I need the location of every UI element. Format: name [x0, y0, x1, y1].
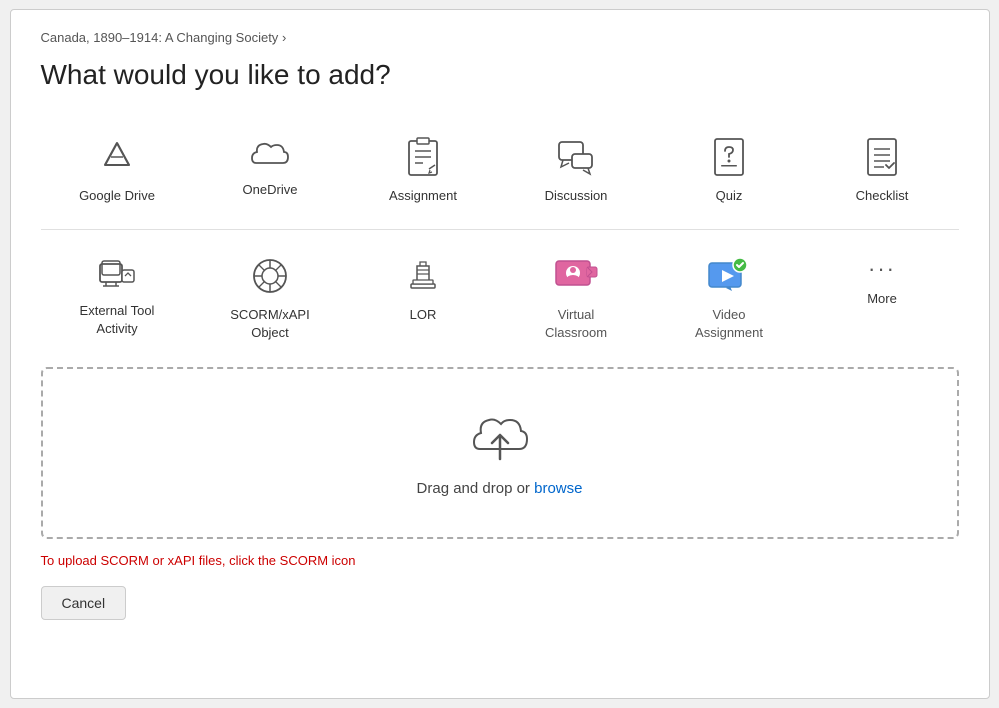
video-assignment-button[interactable]: VideoAssignment — [653, 238, 806, 356]
discussion-button[interactable]: Discussion — [500, 119, 653, 219]
scorm-icon — [250, 256, 290, 296]
icon-grid-row2: External ToolActivity SCORM/xAPIObject — [41, 238, 959, 356]
external-tool-icon — [97, 256, 137, 292]
virtual-classroom-icon — [553, 256, 599, 296]
upload-cloud-icon — [470, 409, 530, 466]
checklist-icon — [864, 137, 900, 177]
quiz-icon — [711, 137, 747, 177]
video-assignment-icon — [706, 256, 752, 296]
assignment-label: Assignment — [389, 187, 457, 205]
breadcrumb[interactable]: Canada, 1890–1914: A Changing Society › — [41, 30, 959, 45]
scorm-label: SCORM/xAPIObject — [230, 306, 309, 342]
drop-zone[interactable]: Drag and drop or browse — [41, 367, 959, 539]
google-drive-label: Google Drive — [79, 187, 155, 205]
icon-grid-row1: Google Drive OneDrive Assignment — [41, 119, 959, 219]
breadcrumb-separator: › — [282, 30, 286, 45]
scorm-button[interactable]: SCORM/xAPIObject — [194, 238, 347, 356]
drop-zone-text: Drag and drop or browse — [417, 480, 583, 497]
more-button[interactable]: ··· More — [806, 238, 959, 356]
breadcrumb-text: Canada, 1890–1914: A Changing Society — [41, 30, 279, 45]
drag-drop-text: Drag and drop or — [417, 480, 535, 497]
google-drive-button[interactable]: Google Drive — [41, 119, 194, 219]
external-tool-button[interactable]: External ToolActivity — [41, 238, 194, 356]
more-dots-icon: ··· — [868, 256, 896, 282]
browse-link[interactable]: browse — [534, 480, 582, 497]
onedrive-button[interactable]: OneDrive — [194, 119, 347, 219]
virtual-classroom-button[interactable]: VirtualClassroom — [500, 238, 653, 356]
assignment-icon — [405, 137, 441, 177]
page-title: What would you like to add? — [41, 59, 959, 91]
external-tool-label: External ToolActivity — [80, 302, 155, 338]
more-label: More — [867, 290, 897, 308]
discussion-label: Discussion — [545, 187, 608, 205]
modal-container: Canada, 1890–1914: A Changing Society › … — [10, 9, 990, 699]
quiz-label: Quiz — [716, 187, 743, 205]
video-assignment-label: VideoAssignment — [695, 306, 763, 342]
checklist-button[interactable]: Checklist — [806, 119, 959, 219]
discussion-icon — [556, 137, 596, 177]
lor-icon — [403, 256, 443, 296]
assignment-button[interactable]: Assignment — [347, 119, 500, 219]
onedrive-icon — [250, 137, 290, 171]
lor-label: LOR — [410, 306, 437, 324]
virtual-classroom-label: VirtualClassroom — [545, 306, 607, 342]
quiz-button[interactable]: Quiz — [653, 119, 806, 219]
google-drive-icon — [97, 137, 137, 177]
row-divider — [41, 229, 959, 230]
scorm-note: To upload SCORM or xAPI files, click the… — [41, 553, 959, 568]
onedrive-label: OneDrive — [243, 181, 298, 199]
checklist-label: Checklist — [856, 187, 909, 205]
lor-button[interactable]: LOR — [347, 238, 500, 356]
cancel-button[interactable]: Cancel — [41, 586, 127, 620]
